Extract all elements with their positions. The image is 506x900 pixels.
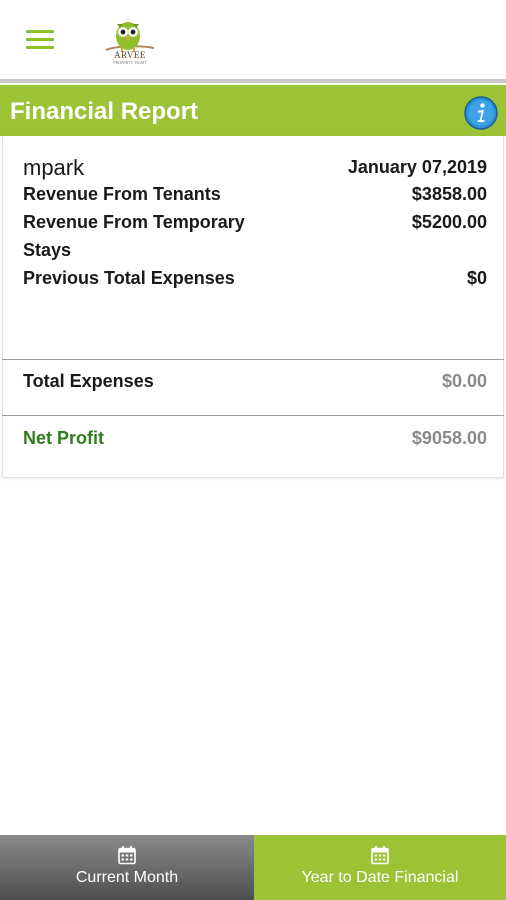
net-profit-label: Net Profit [23, 428, 104, 448]
total-expenses-label: Total Expenses [23, 371, 154, 391]
total-expenses-value: $0.00 [441, 371, 487, 391]
report-date: January 07,2019 [347, 157, 487, 177]
logo-text: ARVEE [114, 50, 146, 60]
info-icon[interactable] [464, 96, 498, 130]
tab-current-month-label: Current Month [75, 869, 179, 886]
bottom-nav: Current Month Year to Date Financial [0, 835, 506, 900]
revenue-tenants-value: $3858.00 [411, 184, 487, 204]
divider [2, 359, 504, 360]
previous-total-expenses-label: Previous Total Expenses [23, 268, 235, 288]
tab-current-month[interactable]: Current Month [0, 835, 254, 900]
revenue-tenants-label: Revenue From Tenants [23, 184, 221, 204]
section-header: Financial Report [0, 85, 506, 136]
calendar-icon [371, 846, 389, 865]
menu-icon[interactable] [26, 30, 54, 50]
page-title: Financial Report [10, 98, 199, 125]
previous-total-expenses-value: $0 [466, 268, 487, 288]
app-bar-divider [0, 79, 506, 83]
calendar-icon [118, 846, 136, 865]
logo-subtext: PROPERTY MGMT [113, 60, 147, 65]
tab-year-to-date-financial[interactable]: Year to Date Financial [254, 835, 506, 900]
revenue-temporary-stays-label: Revenue From Temporary Stays [23, 212, 245, 260]
app-bar: ARVEE PROPERTY MGMT [0, 0, 506, 80]
username: mpark [23, 155, 85, 180]
divider [2, 415, 504, 416]
net-profit-value: $9058.00 [411, 428, 487, 448]
revenue-temporary-stays-value: $5200.00 [411, 212, 487, 232]
tab-year-to-date-financial-label: Year to Date Financial [301, 869, 459, 886]
